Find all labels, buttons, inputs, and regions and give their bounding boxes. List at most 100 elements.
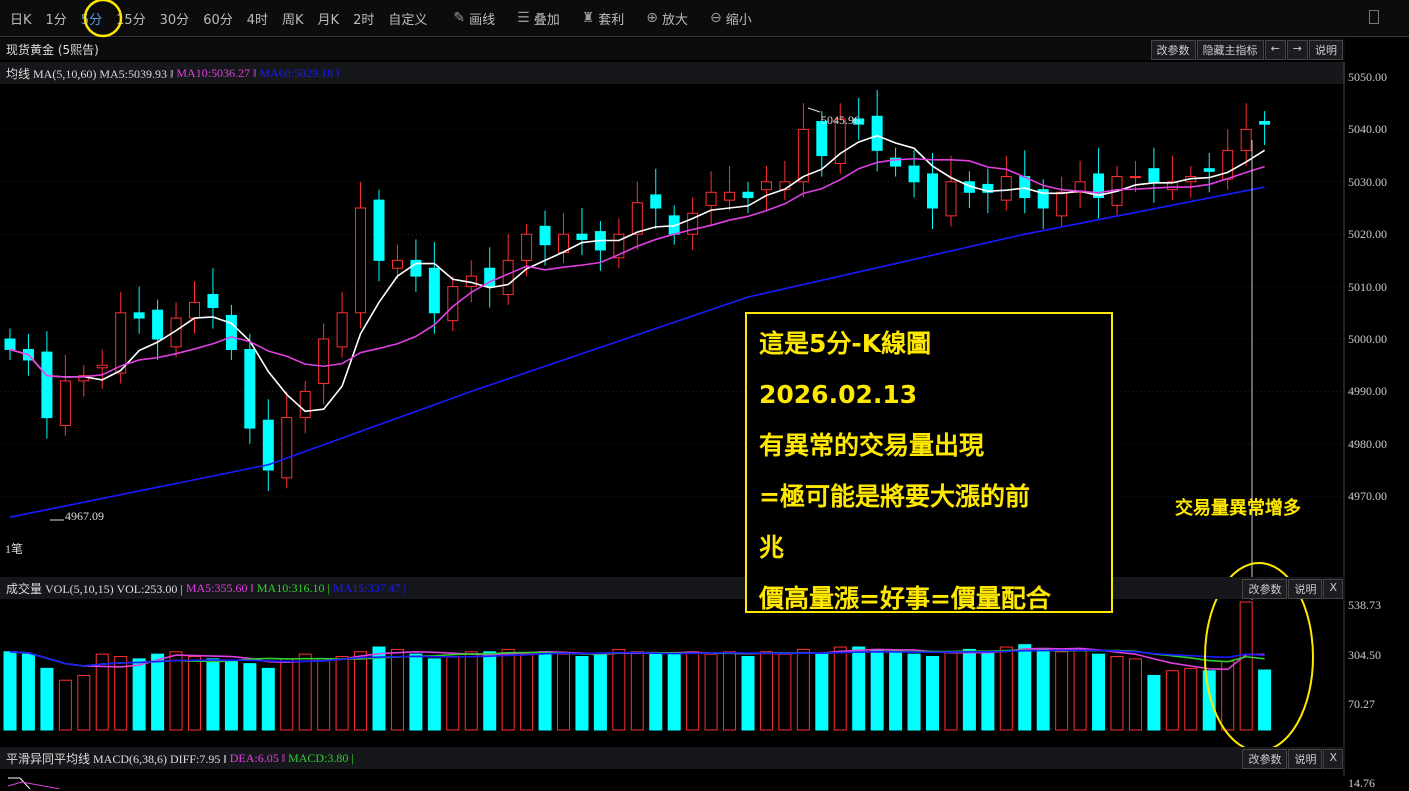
candle-up: [502, 259, 514, 295]
volume-bar-up: [169, 651, 183, 731]
volume-bar-up: [723, 651, 737, 731]
volume-bar-down: [741, 656, 755, 731]
volume-bar-up: [95, 653, 109, 731]
volume-bar-up: [1239, 601, 1253, 731]
annotation-line: 這是5分-K線圖: [759, 329, 932, 358]
volume-bar-up: [612, 648, 626, 731]
volume-bar-down: [151, 653, 165, 731]
candle-down: [373, 199, 385, 261]
price-axis-label: 5050.00: [1348, 70, 1387, 84]
candle-up: [355, 207, 367, 314]
restore-window-icon[interactable]: [1369, 10, 1379, 24]
annotation-line: 有異常的交易量出現: [759, 431, 985, 460]
vol-ma15-line: [9, 649, 1265, 667]
vol-legend-name: 成交量 VOL(5,10,15) VOL:253.00 |: [6, 581, 183, 596]
candle-down: [152, 309, 164, 340]
candle-down: [225, 314, 237, 350]
volume-bar-up: [354, 651, 368, 731]
price-axis-label: 4980.00: [1348, 436, 1387, 451]
annotation-line: 價高量漲=好事=價量配合: [759, 584, 1051, 613]
unit-label: 1笔: [5, 542, 24, 556]
volume-bar-down: [870, 648, 884, 731]
candle-up: [59, 380, 71, 426]
vol-axis-label: 538.73: [1348, 598, 1381, 612]
candle-down: [41, 351, 53, 419]
candle-down: [262, 419, 274, 471]
candle-down: [576, 233, 588, 240]
price-axis-label: 5030.00: [1348, 174, 1387, 189]
candle-down: [742, 191, 754, 199]
volume-bar-up: [557, 653, 570, 731]
volume-bar-up: [317, 658, 331, 731]
volume-bar-down: [1018, 644, 1032, 731]
volume-bar-up: [1073, 648, 1087, 731]
candle-down: [4, 338, 16, 350]
candle-up: [1129, 176, 1141, 179]
candle-up: [724, 191, 736, 201]
candle-up: [299, 390, 311, 419]
volume-bar-down: [649, 653, 663, 731]
highlight-circle: [83, 0, 123, 38]
vol-ma5: MA5:355.60 ‖: [185, 580, 254, 595]
volume-bar-up: [1165, 670, 1179, 731]
price-axis: 5050.00 5040.00 5030.00 5020.00 5010.00 5000.…: [1345, 62, 1409, 562]
volume-bar-down: [1036, 648, 1050, 731]
volume-bar-up: [759, 651, 773, 731]
volume-bar-up: [1110, 656, 1124, 731]
volume-bar-down: [261, 667, 275, 731]
vol-axis-label: 70.27: [1348, 697, 1375, 711]
vol-ma15: MA15:337.47 |: [332, 580, 407, 595]
macd_buttons-1[interactable]: 说明: [1288, 749, 1323, 769]
volume-bar-down: [40, 667, 54, 731]
candle-up: [391, 259, 403, 269]
volume-bar-down: [962, 648, 976, 731]
candle-up: [760, 181, 772, 191]
macd-value: MACD:3.80 |: [288, 750, 354, 765]
candle-up: [797, 128, 809, 183]
volume-bar-up: [833, 646, 847, 731]
vol_buttons-1[interactable]: 说明: [1288, 579, 1323, 599]
candle-down: [650, 194, 662, 209]
candle-down: [1148, 168, 1160, 183]
candle-up: [189, 301, 200, 319]
volume-bar-up: [335, 656, 349, 731]
candle-down: [207, 293, 219, 309]
volume-bar-up: [686, 651, 700, 731]
volume-bar-up: [446, 656, 460, 731]
volume-axis: 538.73 304.50 70.27: [1345, 598, 1409, 740]
candle-up: [631, 202, 643, 235]
vol_buttons-0[interactable]: 改参数: [1242, 579, 1288, 599]
price-axis-label: 4990.00: [1348, 384, 1387, 399]
macd-axis: 14.76: [1345, 776, 1409, 790]
macd-plot-bg: [0, 776, 1345, 789]
volume-bar-up: [796, 648, 810, 731]
candle-up: [1056, 191, 1068, 217]
annotation-line: =極可能是將要大漲的前: [759, 482, 1030, 511]
volume-bar-down: [593, 653, 607, 731]
volume-bar-up: [1184, 667, 1198, 731]
volume-bar-down: [372, 646, 386, 731]
macd-dea: DEA:6.05 ‖: [229, 750, 286, 765]
chart-canvas[interactable]: 5045.96 4967.09: [0, 0, 1345, 789]
volume-bar-up: [188, 656, 201, 731]
volume-bar-down: [815, 653, 829, 731]
price-axis-label: 4970.00: [1348, 489, 1387, 504]
volume-bar-down: [926, 656, 939, 731]
macd_buttons-0[interactable]: 改参数: [1242, 749, 1288, 769]
candle-down: [428, 267, 440, 314]
volume-bar-down: [981, 651, 995, 731]
macd-legend: 平滑异同平均线 MACD(6,38,6) DIFF:7.95 ‖ DEA:6.0…: [0, 747, 1345, 769]
vol_buttons-2[interactable]: X: [1323, 579, 1343, 599]
volume-bar-up: [520, 653, 534, 731]
volume-bar-down: [132, 658, 146, 731]
volume-bar-up: [501, 648, 515, 731]
volume-bar-down: [21, 653, 35, 731]
volume-bar-down: [1202, 670, 1216, 731]
candle-down: [1259, 121, 1271, 125]
annotation-line: 2026.02.13: [759, 380, 918, 409]
candle-up: [1000, 176, 1012, 201]
volume-bar-down: [575, 656, 589, 731]
volume-bar-down: [667, 653, 681, 731]
volume-bar-down: [1147, 674, 1161, 731]
macd_buttons-2[interactable]: X: [1323, 749, 1343, 769]
